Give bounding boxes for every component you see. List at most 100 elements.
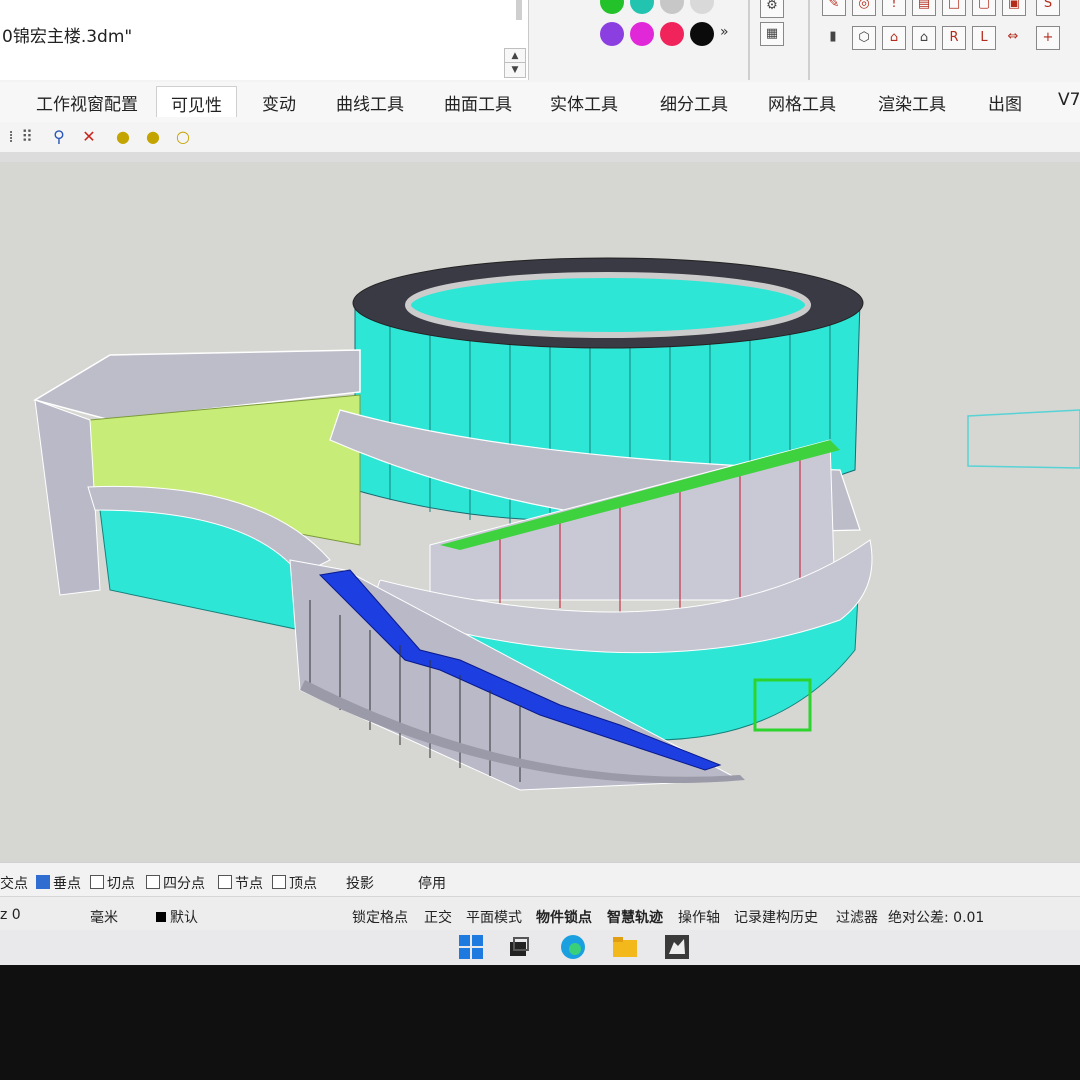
checkbox-icon[interactable] <box>90 875 104 889</box>
ribbon-tabs: 工作视窗配置 可见性 变动 曲线工具 曲面工具 实体工具 细分工具 网格工具 渲… <box>0 82 1080 123</box>
osnap-perpendicular[interactable]: 垂点 <box>36 873 81 893</box>
color-swatch-green[interactable] <box>600 0 624 14</box>
status-bar: z 0 毫米 默认 锁定格点 正交 平面模式 物件锁点 智慧轨迹 操作轴 记录建… <box>0 896 1080 931</box>
ground-plane-outline <box>967 409 1080 469</box>
tab-curve-tools[interactable]: 曲线工具 <box>336 90 404 116</box>
layer-color-icon <box>156 912 166 922</box>
osnap-knot[interactable]: 节点 <box>218 873 263 893</box>
gumball-toggle[interactable]: 操作轴 <box>678 907 720 927</box>
osnap-quadrant[interactable]: 四分点 <box>146 873 205 893</box>
show-object-icon[interactable]: ⚲ <box>48 126 70 148</box>
toolbar-divider-2 <box>808 0 810 80</box>
checkbox-icon[interactable] <box>218 875 232 889</box>
color-swatch-purple[interactable] <box>600 22 624 46</box>
checkbox-icon[interactable] <box>146 875 160 889</box>
save-tool-icon[interactable]: S <box>1036 0 1060 16</box>
pin-tool-icon[interactable]: ! <box>882 0 906 16</box>
windows-start-icon[interactable] <box>458 934 484 960</box>
layer-selector[interactable]: 默认 <box>156 907 198 927</box>
house-outline-icon[interactable]: ⌂ <box>882 26 906 50</box>
light-bulb-on-icon[interactable]: ● <box>112 126 134 148</box>
osnap-vertex-label: 顶点 <box>289 876 317 892</box>
tab-viewport-layout[interactable]: 工作视窗配置 <box>36 90 138 116</box>
tab-surface-tools[interactable]: 曲面工具 <box>444 90 512 116</box>
hide-object-icon[interactable]: ✕ <box>78 126 100 148</box>
osnap-quadrant-label: 四分点 <box>163 876 205 892</box>
filter-button[interactable]: 过滤器 <box>836 907 878 927</box>
command-scroll-down-button[interactable]: ▼ <box>504 62 526 78</box>
tolerance-readout: 绝对公差: 0.01 <box>888 910 985 926</box>
color-swatch-gray[interactable] <box>660 0 684 14</box>
tab-drafting[interactable]: 出图 <box>988 90 1022 116</box>
command-area[interactable]: 0锦宏主楼.3dm" ▲ ▼ <box>0 0 529 80</box>
pencil-tool-icon[interactable]: ✎ <box>822 0 846 16</box>
tab-solid-tools[interactable]: 实体工具 <box>550 90 618 116</box>
coordinate-readout: z 0 <box>0 907 21 923</box>
light-bulb-off-icon[interactable]: ○ <box>172 126 194 148</box>
plus-tool-icon[interactable]: + <box>1036 26 1060 50</box>
edge-browser-icon[interactable] <box>560 934 586 960</box>
toolbar-divider <box>748 0 750 80</box>
target-tool-icon[interactable]: ◎ <box>852 0 876 16</box>
ortho-toggle[interactable]: 正交 <box>424 907 452 927</box>
light-bulb-icon[interactable]: ● <box>142 126 164 148</box>
qr-tool-icon[interactable]: ▦ <box>760 22 784 46</box>
color-swatch-black[interactable] <box>690 22 714 46</box>
grid-tool-icon[interactable]: ▤ <box>912 0 936 16</box>
light-tool-icon[interactable]: ⚙ <box>760 0 784 18</box>
osnap-intersection[interactable]: 交点 <box>0 873 28 893</box>
color-swatch-red[interactable] <box>660 22 684 46</box>
square-tool-icon[interactable]: □ <box>942 0 966 16</box>
rhino-app-icon[interactable] <box>664 934 690 960</box>
task-view-icon[interactable] <box>506 934 532 960</box>
checkbox-icon[interactable] <box>272 875 286 889</box>
color-swatch-magenta[interactable] <box>630 22 654 46</box>
left-end-wall <box>34 399 101 596</box>
tab-transform[interactable]: 变动 <box>262 90 296 116</box>
osnap-vertex[interactable]: 顶点 <box>272 873 317 893</box>
top-toolbar: 0锦宏主楼.3dm" ▲ ▼ » ⚙ ▦ ✎ ◎ ! ▤ □ ▢ ▣ S ▮ ⬡… <box>0 0 1080 82</box>
building-model <box>33 257 1080 791</box>
checkbox-checked-icon[interactable] <box>36 875 50 889</box>
file-explorer-icon[interactable] <box>612 934 638 960</box>
box3d-tool-icon[interactable]: ⬡ <box>852 26 876 50</box>
osnap-tangent[interactable]: 切点 <box>90 873 135 893</box>
osnap-knot-label: 节点 <box>235 876 263 892</box>
record-history-toggle[interactable]: 记录建构历史 <box>734 907 818 927</box>
color-swatch-light-gray[interactable] <box>690 0 714 14</box>
column-tool-icon[interactable]: ▮ <box>822 26 844 48</box>
osnap-project[interactable]: 投影 <box>346 873 374 893</box>
layer-name: 默认 <box>170 910 198 926</box>
osnap-bar: 交点 垂点 切点 四分点 节点 顶点 投影 停用 <box>0 862 1080 897</box>
show-points-icon[interactable]: ⠿ <box>16 126 38 148</box>
tab-visibility[interactable]: 可见性 <box>156 86 237 117</box>
cylinder-inner-void <box>405 272 811 338</box>
osnap-tangent-label: 切点 <box>107 876 135 892</box>
red-l-tool-icon[interactable]: L <box>972 26 996 50</box>
visibility-toolbar: ⁞ ⠿ ⚲ ✕ ● ● ○ <box>0 122 1080 152</box>
color-swatch-teal[interactable] <box>630 0 654 14</box>
box-tool-icon[interactable]: ▣ <box>1002 0 1026 16</box>
osnap-perpendicular-label: 垂点 <box>53 876 81 892</box>
osnap-disable[interactable]: 停用 <box>418 873 446 893</box>
tab-v7[interactable]: V7 <box>1058 90 1080 116</box>
monitor-bezel <box>0 965 1080 1080</box>
swatch-more-button[interactable]: » <box>720 24 729 40</box>
units-label: 毫米 <box>90 910 118 926</box>
windows-taskbar <box>0 930 1080 965</box>
grid-snap-toggle[interactable]: 锁定格点 <box>352 907 408 927</box>
planar-toggle[interactable]: 平面模式 <box>466 907 522 927</box>
osnap-toggle[interactable]: 物件锁点 <box>536 907 592 927</box>
house-solid-icon[interactable]: ⌂ <box>912 26 936 50</box>
tab-mesh-tools[interactable]: 网格工具 <box>768 90 836 116</box>
red-r-tool-icon[interactable]: R <box>942 26 966 50</box>
perspective-viewport[interactable] <box>0 162 1080 862</box>
rhino-screen: 0锦宏主楼.3dm" ▲ ▼ » ⚙ ▦ ✎ ◎ ! ▤ □ ▢ ▣ S ▮ ⬡… <box>0 0 1080 965</box>
smarttrack-toggle[interactable]: 智慧轨迹 <box>607 907 663 927</box>
command-splitter[interactable] <box>516 0 522 20</box>
link-tool-icon[interactable]: ⇔ <box>1002 26 1024 48</box>
frame-tool-icon[interactable]: ▢ <box>972 0 996 16</box>
tab-render-tools[interactable]: 渲染工具 <box>878 90 946 116</box>
tab-subd-tools[interactable]: 细分工具 <box>660 90 728 116</box>
file-title: 0锦宏主楼.3dm" <box>2 27 133 47</box>
